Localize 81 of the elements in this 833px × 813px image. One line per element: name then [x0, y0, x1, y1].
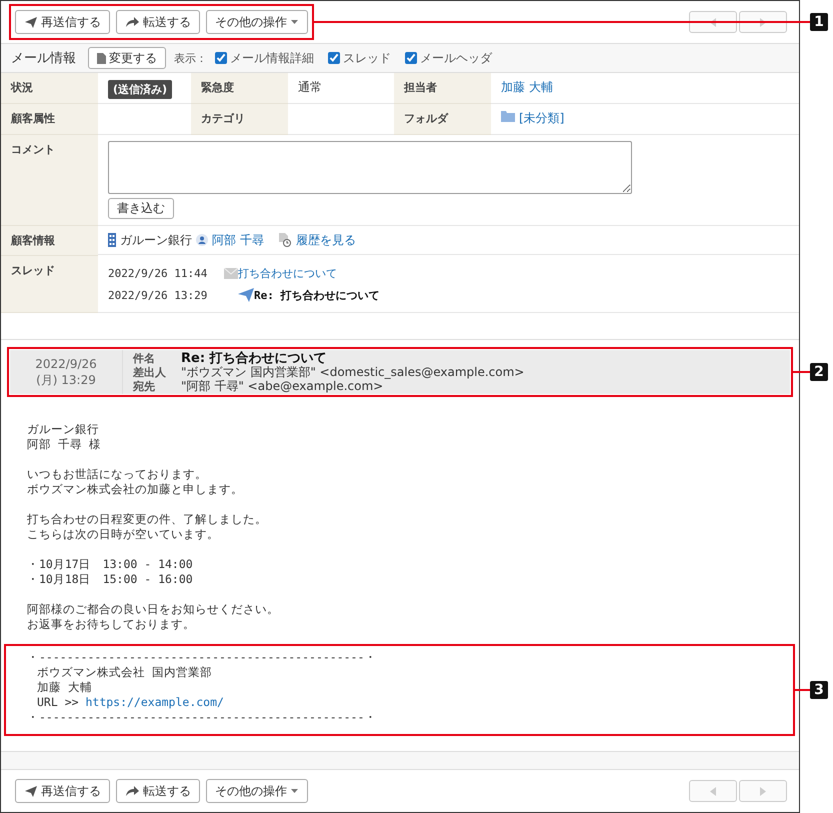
caret-icon [290, 19, 299, 25]
checkbox[interactable] [328, 52, 340, 64]
contact-link[interactable]: 阿部 千尋 [212, 232, 264, 248]
field-label: コメント [11, 143, 55, 156]
field-label: 担当者 [404, 81, 437, 94]
callout-badge: 2 [810, 363, 828, 381]
more-actions-button[interactable]: その他の操作 [206, 10, 308, 34]
history-link[interactable]: 履歴を見る [296, 232, 356, 248]
body-text: 打ち合わせの日程変更の件、了解しました。 [27, 512, 268, 527]
checkbox-label: メール情報詳細 [230, 50, 314, 66]
resend-button[interactable]: 再送信する [15, 779, 110, 803]
person-icon [196, 234, 208, 246]
body-text: ・10月17日 13:00 - 14:00 [27, 557, 194, 572]
checkbox-label: スレッド [343, 50, 391, 66]
header-label: 件名 [133, 350, 156, 366]
address-text: "阿部 千尋" <abe@example.com> [181, 378, 384, 394]
comment-field[interactable] [108, 141, 632, 194]
section-title: メール情報 [11, 50, 76, 67]
header-label: 差出人 [133, 364, 167, 380]
url-label: URL >> [37, 695, 80, 709]
leader-line [795, 689, 810, 691]
callout-badge: 1 [810, 13, 828, 31]
divider-text: ・-----------------------------------------------・ [27, 710, 378, 725]
field-label: 顧客属性 [11, 112, 55, 125]
field-label: 緊急度 [201, 81, 234, 94]
thread-date: 2022/9/26 13:29 [108, 288, 208, 302]
field-label: フォルダ [404, 112, 448, 125]
field-label: 顧客情報 [11, 234, 55, 247]
document-icon [97, 52, 106, 64]
mail-date: 2022/9/26 [35, 356, 97, 372]
paper-plane-icon [24, 16, 38, 28]
url-link[interactable]: https://example.com/ [85, 695, 224, 709]
mail-time: (月) 13:29 [36, 372, 96, 388]
arrow-icon [125, 785, 140, 797]
body-text: こちらは次の日時が空いています。 [27, 527, 220, 542]
edit-button[interactable]: 変更する [88, 47, 166, 69]
forward-button[interactable]: 転送する [116, 10, 200, 34]
thread-link[interactable]: 打ち合わせについて [238, 266, 337, 280]
body-text: ガルーン銀行 [27, 422, 100, 437]
envelope-icon [224, 268, 238, 278]
caret-icon [290, 788, 299, 794]
paper-plane-icon [238, 288, 254, 302]
signature-text: 加藤 大輔 [36, 680, 93, 695]
thread-date: 2022/9/26 11:44 [108, 266, 208, 280]
checkbox[interactable] [405, 52, 417, 64]
building-icon [108, 233, 116, 247]
body-text: ボウズマン株式会社の加藤と申します。 [27, 482, 244, 497]
display-label: 表示： [174, 50, 207, 66]
resend-button[interactable]: 再送信する [15, 10, 110, 34]
leader-line [793, 371, 810, 373]
history-icon [278, 233, 292, 247]
body-text: ・10月18日 15:00 - 16:00 [27, 572, 194, 587]
assignee-link[interactable]: 加藤 大輔 [501, 79, 553, 96]
more-actions-button[interactable]: その他の操作 [206, 779, 308, 803]
thread-subject: Re: 打ち合わせについて [254, 288, 380, 302]
field-label: スレッド [11, 264, 55, 277]
checkbox[interactable] [215, 52, 227, 64]
arrow-icon [125, 16, 140, 28]
mail-subject: Re: 打ち合わせについて [181, 350, 327, 366]
left-triangle-icon [710, 786, 716, 796]
checkbox-label: メールヘッダ [420, 50, 492, 66]
divider-text: ・-----------------------------------------------・ [27, 650, 378, 665]
callout-badge: 3 [810, 681, 828, 699]
status-badge: (送信済み) [108, 80, 172, 99]
forward-button[interactable]: 転送する [116, 779, 200, 803]
field-label: カテゴリ [201, 112, 245, 125]
company-name: ガルーン銀行 [120, 232, 192, 248]
folder-link[interactable]: [未分類] [519, 110, 564, 127]
signature-text: ボウズマン株式会社 国内営業部 [36, 665, 213, 680]
right-triangle-icon [760, 786, 766, 796]
field-value: 通常 [298, 79, 322, 96]
body-text: お返事をお待ちしております。 [27, 617, 196, 632]
body-text: 阿部 千尋 様 [27, 437, 102, 452]
header-label: 宛先 [133, 378, 156, 394]
field-label: 状況 [11, 81, 33, 94]
folder-icon [501, 110, 515, 122]
paper-plane-icon [24, 784, 38, 798]
address-text: "ボウズマン 国内営業部" <domestic_sales@example.com> [181, 364, 524, 380]
write-button[interactable]: 書き込む [108, 198, 174, 219]
body-text: 阿部様のご都合の良い日をお知らせください。 [27, 602, 280, 617]
body-text: いつもお世話になっております。 [27, 467, 208, 482]
